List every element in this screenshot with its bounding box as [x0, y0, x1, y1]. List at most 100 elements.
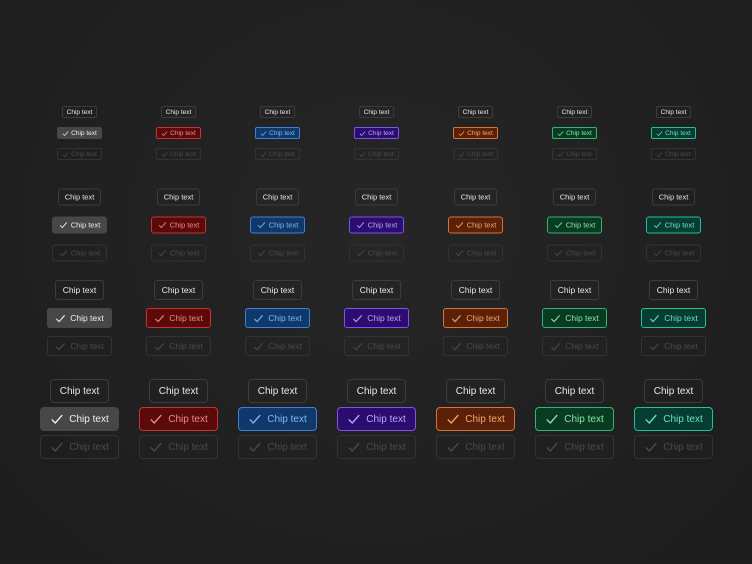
chip-blue-selected[interactable]: Chip text — [249, 216, 306, 234]
chip-teal-default[interactable]: Chip text — [643, 379, 704, 403]
chip-cell: Chip text — [525, 148, 624, 160]
chip-purple-default[interactable]: Chip text — [354, 188, 399, 206]
chip-label: Chip text — [554, 385, 595, 397]
chip-blue-default[interactable]: Chip text — [259, 106, 296, 118]
chip-purple-default[interactable]: Chip text — [346, 379, 407, 403]
chip-teal-selected[interactable]: Chip text — [651, 127, 696, 139]
chip-label: Chip text — [658, 192, 689, 202]
chip-red-default[interactable]: Chip text — [153, 280, 204, 300]
chip-label: Chip text — [66, 108, 93, 116]
chip-orange-selected[interactable]: Chip text — [436, 407, 515, 431]
check-icon — [56, 314, 66, 322]
chip-label: Chip text — [363, 108, 390, 116]
chip-green-selected[interactable]: Chip text — [542, 308, 607, 328]
chip-label: Chip text — [557, 285, 592, 295]
chip-cell: Chip text — [426, 188, 525, 206]
chip-red-default[interactable]: Chip text — [160, 106, 197, 118]
chip-neutral-disabled: Chip text — [40, 435, 119, 459]
chip-purple-disabled: Chip text — [348, 244, 405, 262]
check-icon — [51, 442, 64, 452]
chip-cell: Chip text — [129, 216, 228, 234]
chip-neutral-default[interactable]: Chip text — [61, 106, 98, 118]
check-icon — [260, 151, 267, 157]
chip-purple-default[interactable]: Chip text — [358, 106, 395, 118]
chip-teal-selected[interactable]: Chip text — [634, 407, 713, 431]
chip-label: Chip text — [70, 341, 104, 351]
chip-neutral-default[interactable]: Chip text — [49, 379, 110, 403]
chip-orange-selected[interactable]: Chip text — [443, 308, 508, 328]
chip-green-selected[interactable]: Chip text — [552, 127, 597, 139]
chip-label: Chip text — [368, 150, 394, 158]
chip-label: Chip text — [465, 413, 505, 425]
chip-purple-selected[interactable]: Chip text — [348, 216, 405, 234]
chip-green-default[interactable]: Chip text — [556, 106, 593, 118]
chip-orange-selected[interactable]: Chip text — [453, 127, 498, 139]
chip-purple-selected[interactable]: Chip text — [344, 308, 409, 328]
chip-blue-disabled: Chip text — [245, 336, 310, 356]
chip-label: Chip text — [458, 285, 493, 295]
chip-teal-selected[interactable]: Chip text — [641, 308, 706, 328]
chip-label: Chip text — [268, 248, 299, 258]
chip-red-selected[interactable]: Chip text — [150, 216, 207, 234]
chip-blue-selected[interactable]: Chip text — [245, 308, 310, 328]
chip-cell: Chip text — [129, 106, 228, 118]
chip-neutral-default[interactable]: Chip text — [57, 188, 102, 206]
check-icon — [155, 342, 165, 350]
check-icon — [254, 342, 264, 350]
chip-cell: Chip text — [30, 148, 129, 160]
chip-red-default[interactable]: Chip text — [148, 379, 209, 403]
chip-green-default[interactable]: Chip text — [544, 379, 605, 403]
chip-blue-default[interactable]: Chip text — [255, 188, 300, 206]
chip-cell: Chip text — [426, 407, 525, 431]
chip-purple-default[interactable]: Chip text — [351, 280, 402, 300]
chip-neutral-selected[interactable]: Chip text — [51, 216, 108, 234]
chip-green-default[interactable]: Chip text — [549, 280, 600, 300]
check-icon — [150, 414, 163, 424]
chip-blue-selected[interactable]: Chip text — [238, 407, 317, 431]
chip-cell: Chip text — [30, 336, 129, 356]
chip-cell: Chip text — [426, 216, 525, 234]
chip-orange-selected[interactable]: Chip text — [447, 216, 504, 234]
check-icon — [356, 222, 364, 229]
chip-purple-selected[interactable]: Chip text — [337, 407, 416, 431]
chip-orange-default[interactable]: Chip text — [445, 379, 506, 403]
chip-red-default[interactable]: Chip text — [156, 188, 201, 206]
chip-purple-selected[interactable]: Chip text — [354, 127, 399, 139]
chip-green-selected[interactable]: Chip text — [546, 216, 603, 234]
chip-teal-default[interactable]: Chip text — [651, 188, 696, 206]
chip-cell: Chip text — [30, 407, 129, 431]
chip-teal-default[interactable]: Chip text — [655, 106, 692, 118]
chip-red-selected[interactable]: Chip text — [146, 308, 211, 328]
chip-red-selected[interactable]: Chip text — [156, 127, 201, 139]
chip-cell: Chip text — [624, 407, 723, 431]
chip-orange-default[interactable]: Chip text — [453, 188, 498, 206]
chip-red-selected[interactable]: Chip text — [139, 407, 218, 431]
check-icon — [458, 151, 465, 157]
check-icon — [359, 130, 366, 136]
chip-orange-default[interactable]: Chip text — [450, 280, 501, 300]
check-icon — [51, 414, 64, 424]
chip-label: Chip text — [462, 108, 489, 116]
chip-blue-default[interactable]: Chip text — [252, 280, 303, 300]
chip-green-selected[interactable]: Chip text — [535, 407, 614, 431]
chip-label: Chip text — [168, 441, 208, 453]
chip-cell: Chip text — [228, 435, 327, 459]
chip-green-default[interactable]: Chip text — [552, 188, 597, 206]
chip-neutral-selected[interactable]: Chip text — [47, 308, 112, 328]
chip-label: Chip text — [170, 129, 196, 137]
chip-label: Chip text — [359, 285, 394, 295]
chip-blue-default[interactable]: Chip text — [247, 379, 308, 403]
chip-cell: Chip text — [327, 148, 426, 160]
check-icon — [645, 442, 658, 452]
chip-blue-selected[interactable]: Chip text — [255, 127, 300, 139]
chip-neutral-selected[interactable]: Chip text — [40, 407, 119, 431]
chip-label: Chip text — [565, 248, 596, 258]
chip-teal-selected[interactable]: Chip text — [645, 216, 702, 234]
chip-teal-default[interactable]: Chip text — [648, 280, 699, 300]
chip-neutral-default[interactable]: Chip text — [54, 280, 105, 300]
chip-neutral-selected[interactable]: Chip text — [57, 127, 102, 139]
chip-cell: Chip text — [624, 106, 723, 118]
chip-label: Chip text — [664, 220, 695, 230]
chip-orange-default[interactable]: Chip text — [457, 106, 494, 118]
check-icon — [353, 342, 363, 350]
